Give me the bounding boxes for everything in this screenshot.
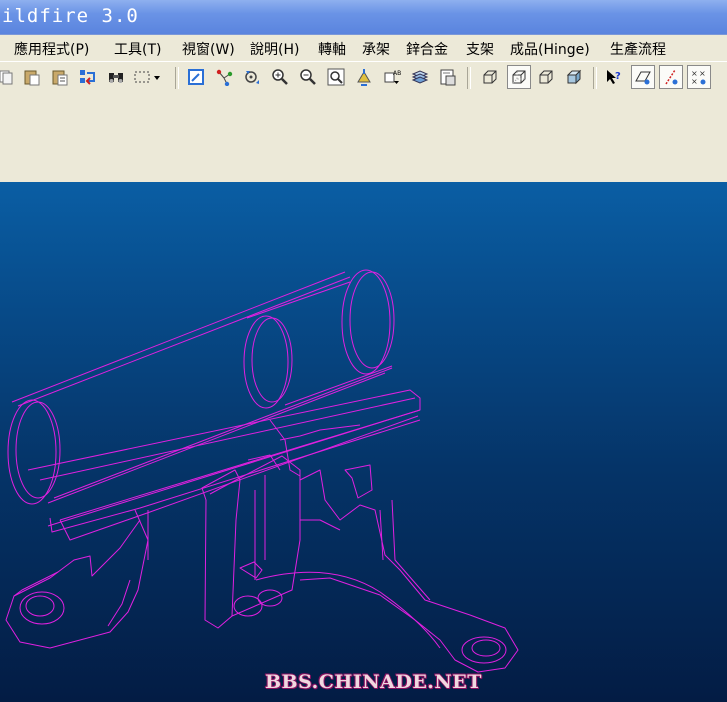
svg-text:?: ? xyxy=(615,71,621,82)
menu-process-flow[interactable]: 生產流程 xyxy=(610,39,666,59)
title-bar: ildfire 3.0 xyxy=(0,0,727,35)
menu-zinc-alloy[interactable]: 鋅合金 xyxy=(406,39,448,59)
datum-planes-icon[interactable] xyxy=(631,65,655,89)
no-hidden-icon[interactable] xyxy=(536,67,556,87)
toolbar-separator xyxy=(593,67,597,89)
zoom-out-icon[interactable] xyxy=(298,67,318,87)
menu-bracket-holder[interactable]: 承架 xyxy=(362,39,390,59)
find-icon[interactable] xyxy=(106,67,126,87)
svg-text:×: × xyxy=(699,69,706,78)
graphics-window[interactable]: BBS.CHINADE.NET xyxy=(0,182,727,702)
watermark-text: BBS.CHINADE.NET xyxy=(265,671,482,693)
menu-hinge-product[interactable]: 成品(Hinge) xyxy=(510,39,590,59)
svg-text:×: × xyxy=(691,77,698,86)
main-toolbar: AB ? × × × xyxy=(0,61,727,93)
spin-center-icon[interactable] xyxy=(214,67,234,87)
regenerate-icon[interactable] xyxy=(78,67,98,87)
menu-shaft[interactable]: 轉軸 xyxy=(318,39,346,59)
model-setup-icon[interactable] xyxy=(438,67,458,87)
hinge-wireframe-model xyxy=(5,269,519,673)
reorient-icon[interactable] xyxy=(354,67,374,87)
toolbar-separator xyxy=(467,67,471,89)
menu-window[interactable]: 視窗(W) xyxy=(182,39,235,59)
message-area xyxy=(0,92,727,182)
context-help-icon[interactable]: ? xyxy=(604,67,624,87)
menu-bracket[interactable]: 支架 xyxy=(466,39,494,59)
window-title: ildfire 3.0 xyxy=(2,5,139,27)
menu-tools[interactable]: 工具(T) xyxy=(114,39,161,59)
datum-points-icon[interactable]: × × × xyxy=(687,65,711,89)
hidden-line-icon[interactable] xyxy=(507,65,531,89)
select-box-icon[interactable] xyxy=(132,67,162,87)
menu-bar: 應用程式(P) 工具(T) 視窗(W) 說明(H) 轉軸 承架 鋅合金 支架 成… xyxy=(0,35,727,60)
toolbar-separator xyxy=(175,67,179,89)
saved-views-icon[interactable]: AB xyxy=(382,67,402,87)
svg-text:AB: AB xyxy=(393,70,401,77)
wireframe-icon[interactable] xyxy=(480,67,500,87)
zoom-in-icon[interactable] xyxy=(270,67,290,87)
orient-mode-icon[interactable] xyxy=(242,67,262,87)
menu-applications[interactable]: 應用程式(P) xyxy=(14,39,89,59)
menu-help[interactable]: 說明(H) xyxy=(250,39,299,59)
repaint-icon[interactable] xyxy=(186,67,206,87)
datum-axes-icon[interactable] xyxy=(659,65,683,89)
copy-icon[interactable] xyxy=(0,67,16,87)
paste-special-icon[interactable] xyxy=(50,67,70,87)
shading-icon[interactable] xyxy=(564,67,584,87)
refit-icon[interactable] xyxy=(326,67,346,87)
layers-icon[interactable] xyxy=(410,67,430,87)
paste-icon[interactable] xyxy=(22,67,42,87)
